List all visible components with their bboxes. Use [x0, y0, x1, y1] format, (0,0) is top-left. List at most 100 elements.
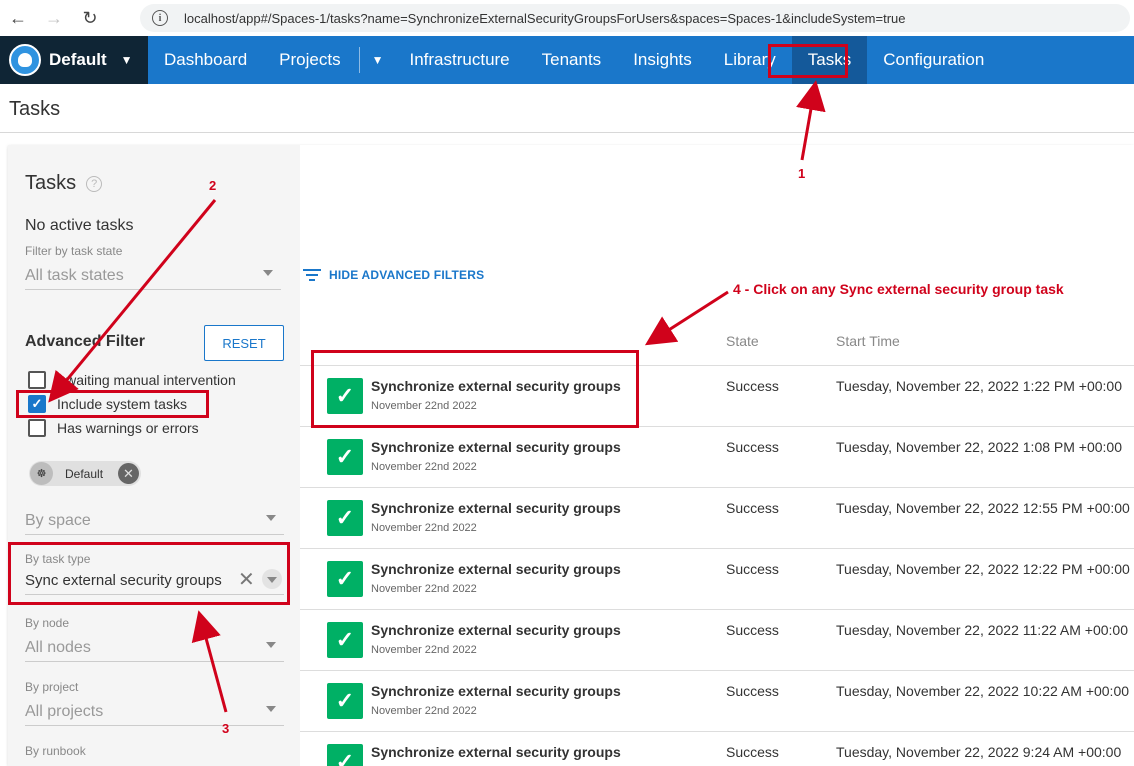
space-placeholder: By space [25, 511, 91, 529]
nav-dashboard[interactable]: Dashboard [148, 36, 263, 84]
annotation-box-include-system [16, 390, 209, 418]
hide-advanced-filters-button[interactable]: HIDE ADVANCED FILTERS [303, 268, 484, 282]
task-date: November 22nd 2022 [371, 583, 477, 595]
task-start-time: Tuesday, November 22, 2022 1:22 PM +00:0… [836, 378, 1123, 394]
has-warnings-checkbox-row[interactable]: Has warnings or errors [28, 418, 199, 438]
task-state: Success [726, 744, 779, 760]
task-name[interactable]: Synchronize external security groups [371, 622, 621, 638]
nav-infrastructure[interactable]: Infrastructure [393, 36, 525, 84]
annotation-box-tasks [768, 44, 848, 78]
back-icon[interactable]: ← [0, 0, 36, 36]
filter-icon [303, 268, 321, 282]
task-date: November 22nd 2022 [371, 705, 477, 717]
awaiting-manual-label: Awaiting manual intervention [57, 372, 236, 388]
annotation-box-first-task [311, 350, 639, 428]
task-date: November 22nd 2022 [371, 522, 477, 534]
header-divider [0, 132, 1134, 133]
task-state: Success [726, 378, 779, 394]
annotation-number-2: 2 [209, 178, 217, 193]
task-state-label: Filter by task state [25, 244, 123, 258]
has-warnings-label: Has warnings or errors [57, 420, 199, 436]
octopus-logo-icon [9, 44, 41, 76]
task-name[interactable]: Synchronize external security groups [371, 683, 621, 699]
success-check-icon: ✓ [327, 561, 363, 597]
nav-insights[interactable]: Insights [617, 36, 708, 84]
task-start-time: Tuesday, November 22, 2022 12:55 PM +00:… [836, 500, 1130, 516]
annotation-instruction: 4 - Click on any Sync external security … [733, 281, 1064, 297]
task-state-value: All task states [25, 266, 124, 284]
task-row[interactable]: ✓ Synchronize external security groups Nov… [300, 610, 1134, 671]
task-state: Success [726, 500, 779, 516]
info-icon[interactable]: i [152, 10, 168, 26]
success-check-icon: ✓ [327, 622, 363, 658]
space-chip-label: Default [65, 466, 104, 481]
column-header-start-time[interactable]: Start Time [836, 333, 900, 349]
awaiting-manual-checkbox[interactable] [28, 371, 46, 389]
task-state: Success [726, 439, 779, 455]
task-state: Success [726, 683, 779, 699]
annotation-number-1: 1 [798, 166, 806, 181]
task-name[interactable]: Synchronize external security groups [371, 439, 621, 455]
node-label: By node [25, 616, 70, 630]
app-nav: Default ▼ Dashboard Projects ▼ Infrastru… [0, 36, 1134, 84]
dropdown-arrow-icon [266, 642, 276, 648]
filter-sidebar [8, 145, 300, 766]
task-row[interactable]: ✓Synchronize external security groupsNov… [300, 488, 1134, 549]
task-row[interactable]: ✓Synchronize external security groupsNov… [300, 732, 1134, 766]
task-start-time: Tuesday, November 22, 2022 12:22 PM +00:… [836, 561, 1130, 577]
annotation-box-task-type [8, 542, 290, 605]
space-switcher[interactable]: Default ▼ [0, 36, 148, 84]
task-name[interactable]: Synchronize external security groups [371, 561, 621, 577]
task-row[interactable]: ✓ Synchronize external security groups Nov… [300, 427, 1134, 488]
no-active-tasks: No active tasks [25, 217, 134, 234]
caret-down-icon: ▼ [120, 53, 133, 67]
column-header-state[interactable]: State [726, 333, 759, 349]
projects-caret-down-icon[interactable]: ▼ [362, 53, 394, 67]
help-icon[interactable]: ? [86, 175, 103, 192]
success-check-icon: ✓ [327, 439, 363, 475]
project-select[interactable]: All projects [25, 698, 284, 726]
project-value: All projects [25, 702, 104, 720]
runbook-label: By runbook [25, 744, 86, 758]
reset-button[interactable]: RESET [204, 325, 284, 361]
browser-toolbar: ← → ↻ i localhost/app#/Spaces-1/tasks?na… [0, 0, 1134, 36]
task-start-time: Tuesday, November 22, 2022 9:24 AM +00:0… [836, 744, 1122, 760]
nav-tenants[interactable]: Tenants [526, 36, 618, 84]
task-name[interactable]: Synchronize external security groups [371, 744, 621, 760]
space-chip: ☸ Default ✕ [29, 461, 141, 486]
task-row[interactable]: ✓ Synchronize external security groups Nov… [300, 549, 1134, 610]
success-check-icon: ✓ [327, 744, 363, 766]
sidebar-heading: Tasks ? [25, 172, 103, 195]
nav-projects[interactable]: Projects [263, 36, 356, 84]
dropdown-arrow-icon [263, 270, 273, 276]
task-state: Success [726, 561, 779, 577]
forward-icon[interactable]: → [36, 0, 72, 36]
page-title: Tasks [9, 98, 61, 120]
reload-icon[interactable]: ↻ [72, 0, 108, 36]
dropdown-arrow-icon [266, 706, 276, 712]
space-select[interactable]: By space [25, 507, 284, 535]
dropdown-arrow-icon [266, 515, 276, 521]
node-value: All nodes [25, 638, 91, 656]
advanced-filter-title: Advanced Filter [25, 333, 146, 350]
task-date: November 22nd 2022 [371, 461, 477, 473]
project-label: By project [25, 680, 79, 694]
sidebar-heading-text: Tasks [25, 172, 77, 194]
node-select[interactable]: All nodes [25, 634, 284, 662]
has-warnings-checkbox[interactable] [28, 419, 46, 437]
task-state: Success [726, 622, 779, 638]
task-row[interactable]: ✓ Synchronize external security groups Nov… [300, 671, 1134, 732]
success-check-icon: ✓ [327, 683, 363, 719]
awaiting-manual-checkbox-row[interactable]: Awaiting manual intervention [28, 370, 236, 390]
task-name[interactable]: Synchronize external security groups [371, 500, 621, 516]
remove-chip-icon[interactable]: ✕ [118, 463, 139, 484]
hide-advanced-filters-label: HIDE ADVANCED FILTERS [329, 268, 485, 282]
task-start-time: Tuesday, November 22, 2022 11:22 AM +00:… [836, 622, 1128, 638]
nav-configuration[interactable]: Configuration [867, 36, 1000, 84]
task-date: November 22nd 2022 [371, 644, 477, 656]
url-text: localhost/app#/Spaces-1/tasks?name=Synch… [184, 10, 906, 26]
address-bar[interactable]: i localhost/app#/Spaces-1/tasks?name=Syn… [140, 4, 1130, 32]
space-name: Default [49, 50, 107, 69]
task-start-time: Tuesday, November 22, 2022 1:08 PM +00:0… [836, 439, 1123, 455]
task-state-select[interactable]: All task states [25, 262, 281, 290]
